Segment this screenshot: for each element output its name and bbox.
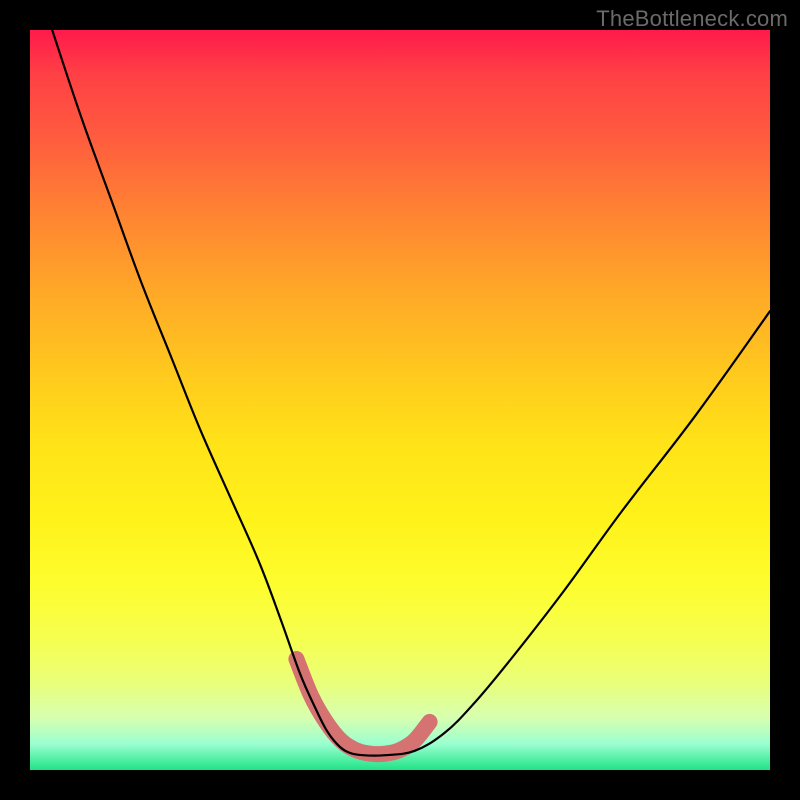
plot-area bbox=[30, 30, 770, 770]
optimal-highlight bbox=[296, 659, 429, 754]
watermark-text: TheBottleneck.com bbox=[596, 6, 788, 32]
bottleneck-curve bbox=[52, 30, 770, 756]
outer-frame: TheBottleneck.com bbox=[0, 0, 800, 800]
chart-svg bbox=[30, 30, 770, 770]
